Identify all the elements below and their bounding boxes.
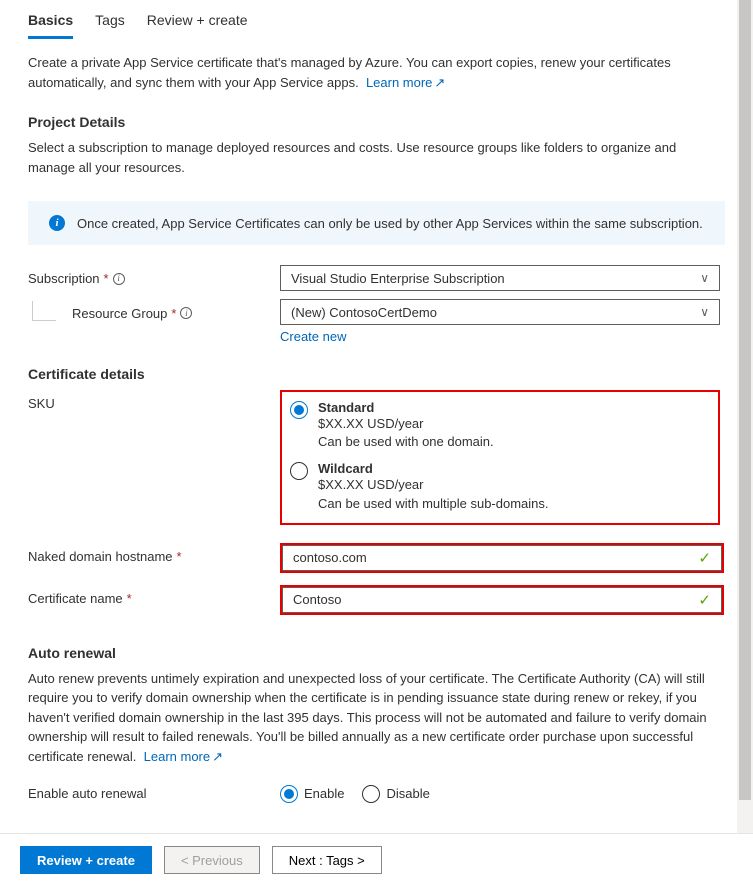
project-details-heading: Project Details: [28, 114, 725, 130]
disable-label: Disable: [386, 786, 429, 801]
tab-basics[interactable]: Basics: [28, 6, 73, 39]
project-details-desc: Select a subscription to manage deployed…: [28, 138, 725, 177]
disable-radio-option[interactable]: Disable: [362, 784, 429, 803]
required-asterisk: *: [104, 271, 109, 286]
learn-more-label: Learn more: [366, 75, 432, 90]
naked-domain-label: Naked domain hostname: [28, 549, 173, 564]
learn-more-link[interactable]: Learn more↗: [366, 75, 445, 90]
resource-group-value: (New) ContosoCertDemo: [291, 305, 437, 320]
subscription-label: Subscription: [28, 271, 100, 286]
sku-standard-title: Standard: [318, 400, 494, 415]
sku-wildcard-desc: Can be used with multiple sub-domains.: [318, 495, 549, 513]
subscription-dropdown[interactable]: Visual Studio Enterprise Subscription ∨: [280, 265, 720, 291]
enable-radio[interactable]: [280, 785, 298, 803]
required-asterisk: *: [177, 549, 182, 564]
enable-label: Enable: [304, 786, 344, 801]
sku-standard-radio[interactable]: [290, 401, 308, 419]
auto-renewal-learn-more-link[interactable]: Learn more↗: [144, 749, 223, 764]
certificate-name-value: Contoso: [293, 592, 341, 607]
auto-renewal-desc: Auto renew prevents untimely expiration …: [28, 669, 725, 767]
enable-radio-option[interactable]: Enable: [280, 784, 344, 803]
next-button[interactable]: Next : Tags >: [272, 846, 382, 874]
sku-wildcard-radio[interactable]: [290, 462, 308, 480]
wizard-footer: Review + create < Previous Next : Tags >: [0, 833, 753, 886]
certificate-name-input[interactable]: Contoso ✓: [282, 587, 722, 613]
certname-highlight: Contoso ✓: [280, 585, 724, 615]
hostname-value: contoso.com: [293, 550, 367, 565]
learn-more-label: Learn more: [144, 749, 210, 764]
valid-check-icon: ✓: [698, 549, 711, 567]
required-asterisk: *: [171, 306, 176, 321]
intro-body: Create a private App Service certificate…: [28, 55, 671, 90]
external-link-icon: ↗: [212, 749, 223, 764]
sku-wildcard-price: $XX.XX USD/year: [318, 476, 549, 494]
create-new-link[interactable]: Create new: [280, 329, 346, 344]
sku-standard-price: $XX.XX USD/year: [318, 415, 494, 433]
review-create-button[interactable]: Review + create: [20, 846, 152, 874]
scrollbar[interactable]: [737, 0, 753, 836]
external-link-icon: ↗: [434, 75, 445, 90]
intro-text: Create a private App Service certificate…: [28, 53, 725, 92]
auto-renewal-heading: Auto renewal: [28, 645, 725, 661]
info-icon: i: [49, 215, 65, 231]
chevron-down-icon: ∨: [700, 271, 709, 285]
info-text: Once created, App Service Certificates c…: [77, 216, 703, 231]
scrollbar-thumb[interactable]: [739, 0, 751, 800]
certificate-details-heading: Certificate details: [28, 366, 725, 382]
sku-wildcard-title: Wildcard: [318, 461, 549, 476]
previous-button[interactable]: < Previous: [164, 846, 260, 874]
resource-group-dropdown[interactable]: (New) ContosoCertDemo ∨: [280, 299, 720, 325]
info-hint-icon[interactable]: i: [113, 273, 125, 285]
required-asterisk: *: [127, 591, 132, 606]
tab-bar: Basics Tags Review + create: [28, 0, 725, 39]
auto-renewal-body: Auto renew prevents untimely expiration …: [28, 671, 707, 764]
hostname-input[interactable]: contoso.com ✓: [282, 545, 722, 571]
resource-group-label: Resource Group: [72, 306, 167, 321]
enable-auto-renewal-label: Enable auto renewal: [28, 786, 147, 801]
tab-tags[interactable]: Tags: [95, 6, 125, 38]
sku-label: SKU: [28, 396, 55, 411]
hostname-highlight: contoso.com ✓: [280, 543, 724, 573]
sku-standard-desc: Can be used with one domain.: [318, 433, 494, 451]
certificate-name-label: Certificate name: [28, 591, 123, 606]
valid-check-icon: ✓: [698, 591, 711, 609]
tab-review-create[interactable]: Review + create: [147, 6, 248, 38]
info-hint-icon[interactable]: i: [180, 307, 192, 319]
info-callout: i Once created, App Service Certificates…: [28, 201, 725, 245]
subscription-value: Visual Studio Enterprise Subscription: [291, 271, 505, 286]
sku-options-highlight: Standard $XX.XX USD/year Can be used wit…: [280, 390, 720, 525]
indent-connector: [32, 301, 56, 321]
disable-radio[interactable]: [362, 785, 380, 803]
chevron-down-icon: ∨: [700, 305, 709, 319]
